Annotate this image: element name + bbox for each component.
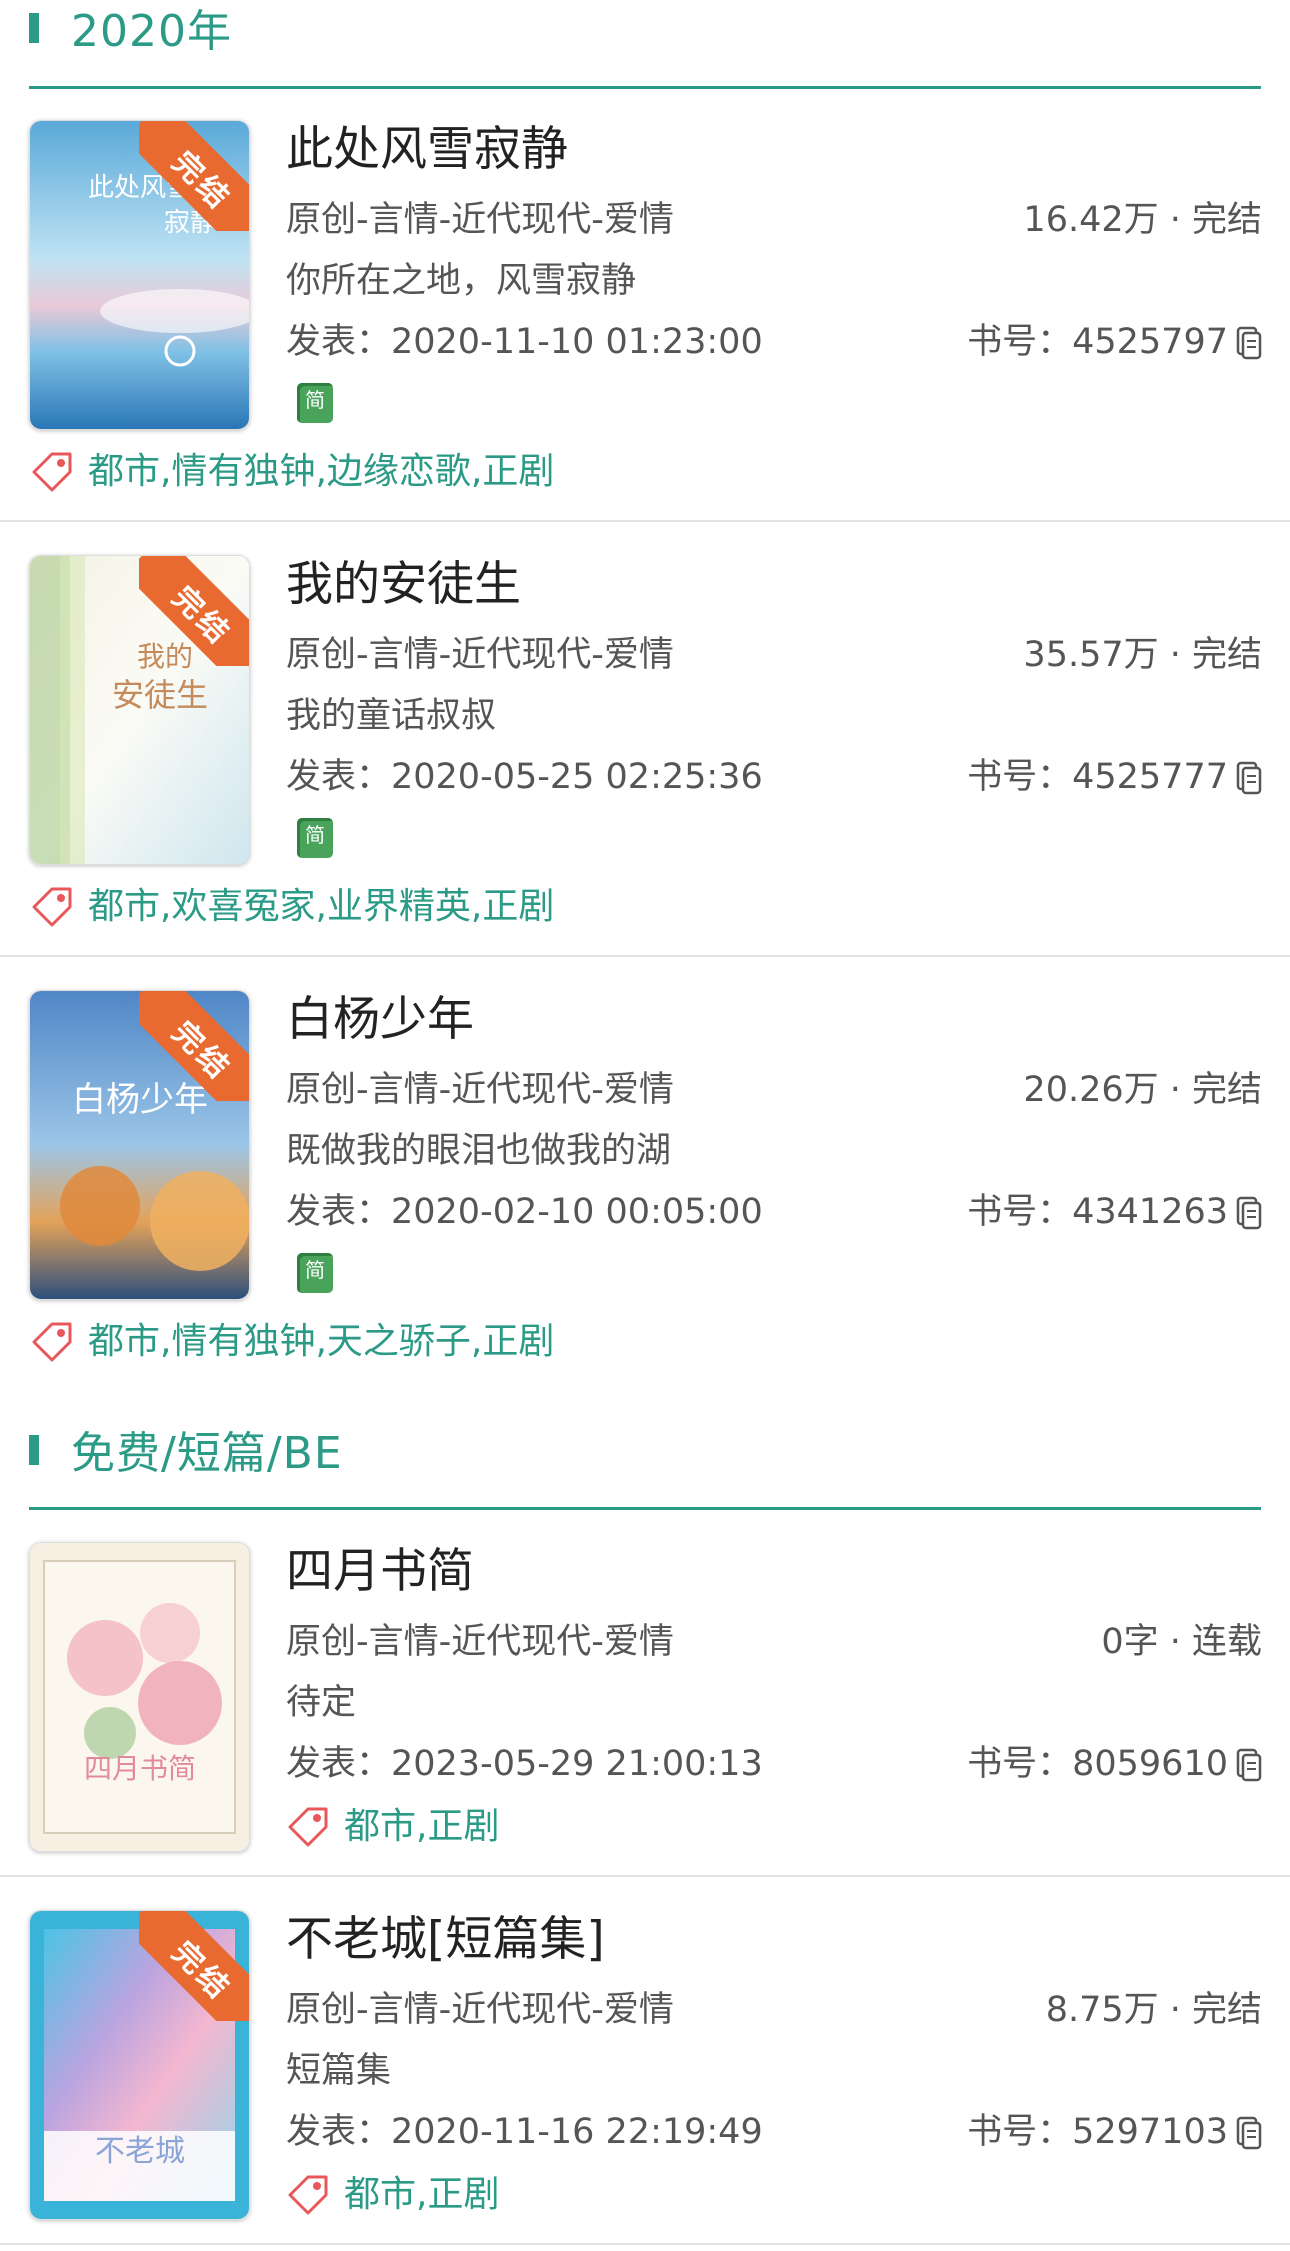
book-id-text: 书号：4525777 [967,757,1228,797]
book-cover[interactable]: 四月书简 [29,1542,250,1852]
tag-icon [32,1322,72,1362]
book-category: 原创-言情-近代现代-爱情 [286,1070,674,1110]
tag-list[interactable]: 都市,正剧 [344,2177,499,2213]
book-category: 原创-言情-近代现代-爱情 [286,635,674,675]
divider [0,1875,1290,1877]
book-id-text: 书号：8059610 [967,1744,1228,1784]
copy-icon[interactable] [1236,326,1262,360]
divider [0,2243,1290,2245]
book-cover[interactable]: 此处风雪 寂静 完结 [29,120,250,430]
section-divider [29,86,1261,89]
tag-list[interactable]: 都市,正剧 [344,1809,499,1845]
completed-ribbon: 完结 [139,121,249,231]
book-category: 原创-言情-近代现代-爱情 [286,1990,674,2030]
book-cover[interactable]: 不老城 完结 [29,1910,250,2220]
section-marker [29,1435,39,1465]
book-intro: 短篇集 [286,2051,392,2091]
copy-icon[interactable] [1236,761,1262,795]
divider [0,520,1290,522]
copy-icon[interactable] [1236,2116,1262,2150]
book-id[interactable]: 书号：4341263 [967,1195,1262,1230]
book-intro: 既做我的眼泪也做我的湖 [286,1131,672,1171]
book-category: 原创-言情-近代现代-爱情 [286,200,674,240]
publish-date: 发表：2023-05-29 21:00:13 [286,1744,763,1784]
tag-row: 都市,情有独钟,边缘恋歌,正剧 [30,450,554,494]
book-stats: 20.26万 · 完结 [1023,1070,1262,1110]
book-id-text: 书号：4525797 [967,322,1228,362]
book-icon: 简 [297,1253,333,1293]
book-id[interactable]: 书号：4525797 [967,325,1262,360]
tag-icon [288,1807,328,1847]
book-title[interactable]: 四月书简 [286,1548,474,1595]
publish-date: 发表：2020-02-10 00:05:00 [286,1192,763,1232]
tag-list[interactable]: 都市,情有独钟,天之骄子,正剧 [88,1324,554,1360]
tag-row: 都市,正剧 [286,2173,499,2217]
tag-list[interactable]: 都市,情有独钟,边缘恋歌,正剧 [88,454,554,490]
book-stats: 35.57万 · 完结 [1023,635,1262,675]
publish-date: 发表：2020-05-25 02:25:36 [286,757,763,797]
book-icon: 简 [297,383,333,423]
book-id[interactable]: 书号：8059610 [967,1747,1262,1782]
tag-icon [32,452,72,492]
tag-icon [288,2175,328,2215]
section-divider [29,1507,1261,1510]
copy-icon[interactable] [1236,1748,1262,1782]
book-cover[interactable]: 白杨少年 完结 [29,990,250,1300]
section-title: 2020年 [71,6,232,57]
svg-text:不老城: 不老城 [95,2134,185,2169]
book-stats: 16.42万 · 完结 [1023,200,1262,240]
publish-date: 发表：2020-11-10 01:23:00 [286,322,763,362]
book-id-text: 书号：5297103 [967,2112,1228,2152]
tag-row: 都市,正剧 [286,1805,499,1849]
book-icon: 简 [297,818,333,858]
book-category: 原创-言情-近代现代-爱情 [286,1622,674,1662]
section-marker [29,13,39,43]
book-intro: 我的童话叔叔 [286,696,497,736]
tag-row: 都市,欢喜冤家,业界精英,正剧 [30,885,554,929]
divider [0,955,1290,957]
book-stats: 8.75万 · 完结 [1045,1990,1262,2030]
tag-row: 都市,情有独钟,天之骄子,正剧 [30,1320,554,1364]
book-id-text: 书号：4341263 [967,1192,1228,1232]
copy-icon[interactable] [1236,1196,1262,1230]
book-stats: 0字 · 连载 [1101,1622,1262,1662]
completed-ribbon: 完结 [139,556,249,666]
book-id[interactable]: 书号：5297103 [967,2115,1262,2150]
book-title[interactable]: 白杨少年 [286,996,474,1043]
book-intro: 你所在之地，风雪寂静 [286,261,637,301]
completed-ribbon: 完结 [139,1911,249,2021]
tag-icon [32,887,72,927]
book-title[interactable]: 此处风雪寂静 [286,126,568,173]
completed-ribbon: 完结 [139,991,249,1101]
book-cover[interactable]: 我的 安徒生 完结 [29,555,250,865]
publish-date: 发表：2020-11-16 22:19:49 [286,2112,763,2152]
svg-text:四月书简: 四月书简 [84,1752,196,1785]
book-intro: 待定 [286,1683,357,1723]
book-id[interactable]: 书号：4525777 [967,760,1262,795]
tag-list[interactable]: 都市,欢喜冤家,业界精英,正剧 [88,889,554,925]
book-title[interactable]: 不老城[短篇集] [286,1916,605,1963]
svg-text:安徒生: 安徒生 [112,676,208,714]
book-title[interactable]: 我的安徒生 [286,561,521,608]
section-title: 免费/短篇/BE [71,1428,343,1479]
